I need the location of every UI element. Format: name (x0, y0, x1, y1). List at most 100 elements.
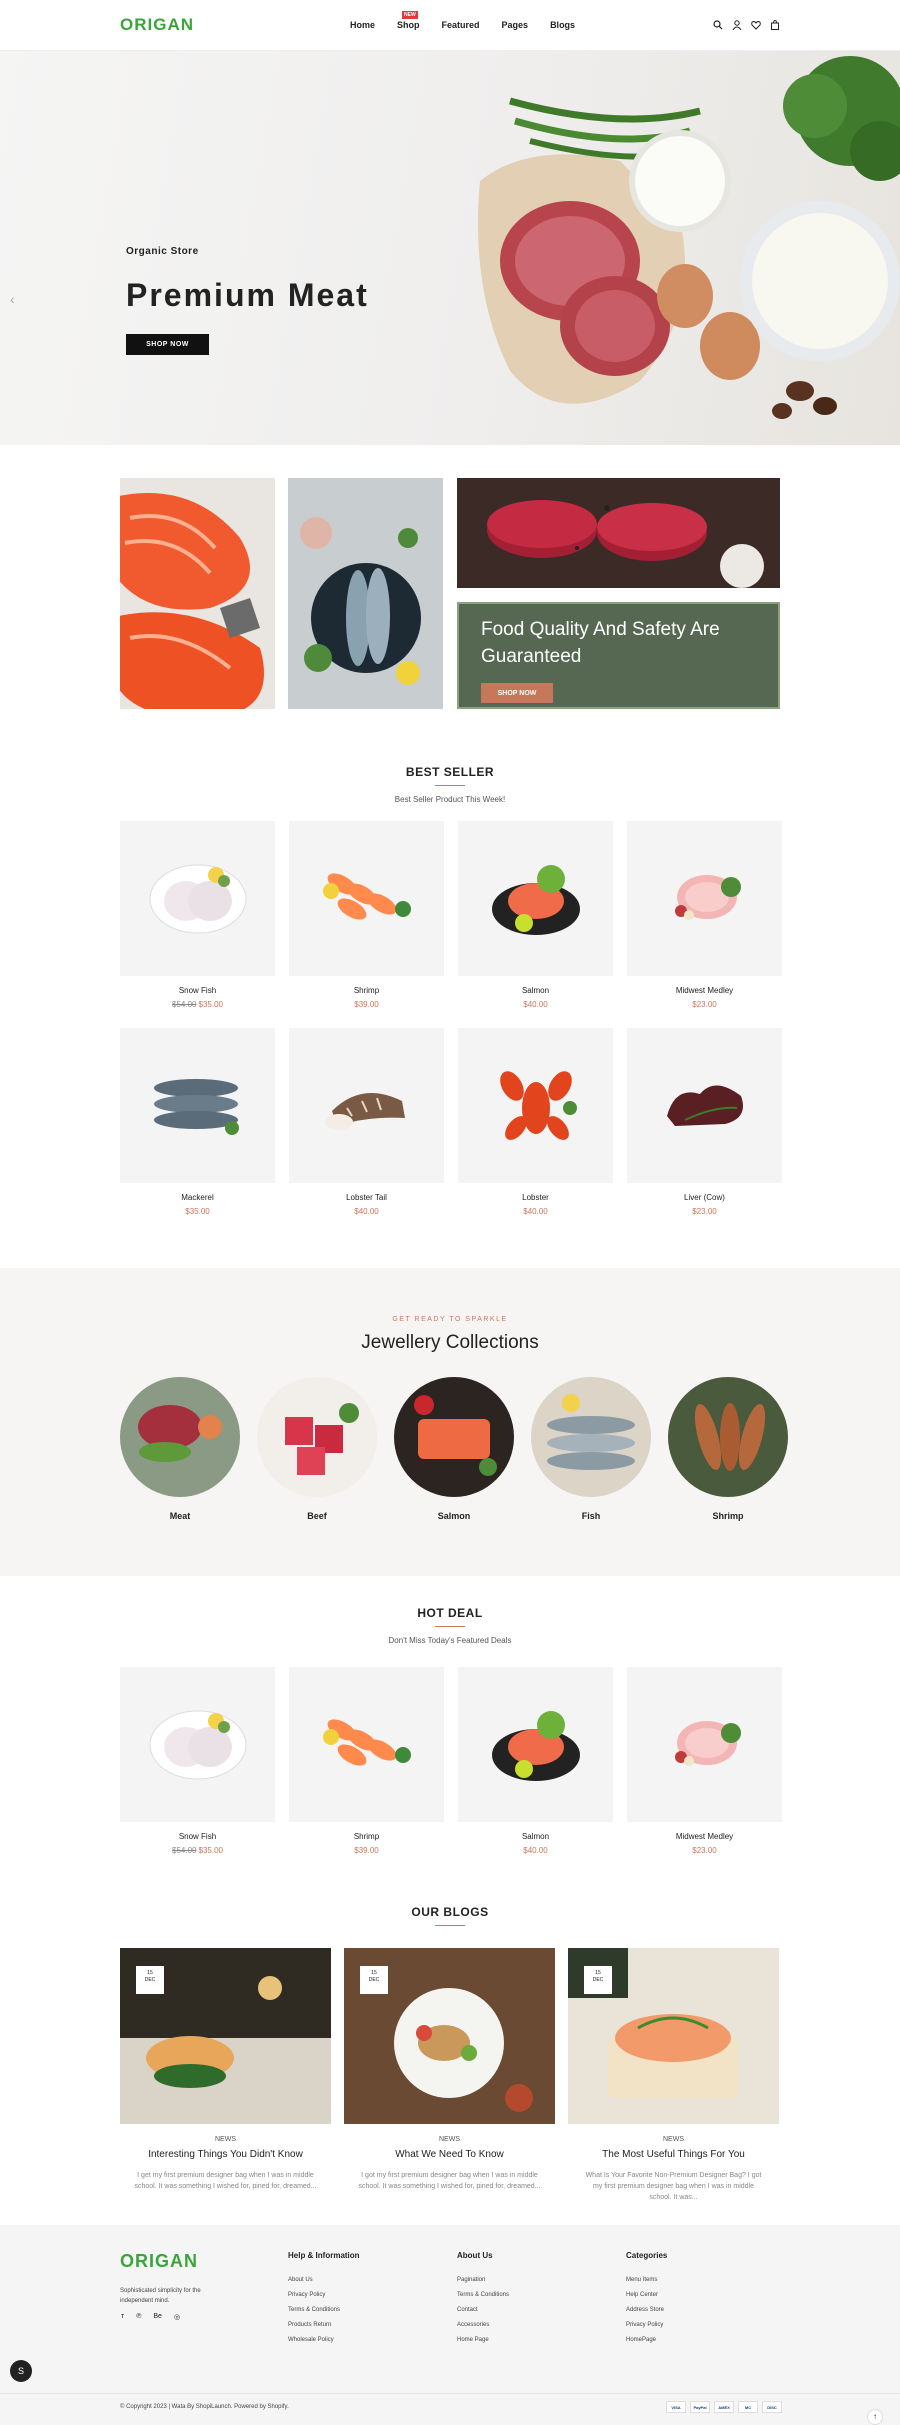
blog-category[interactable]: NEWS (344, 2136, 555, 2143)
footer-link[interactable]: Address Store (626, 2307, 667, 2313)
product-card[interactable]: Lobster Tail $40.00 (289, 1028, 444, 1216)
blog-image[interactable]: 15 DEC (120, 1948, 331, 2124)
shopify-icon[interactable]: S (10, 2360, 32, 2382)
footer-link[interactable]: About Us (288, 2277, 360, 2283)
blog-category[interactable]: NEWS (120, 2136, 331, 2143)
collection-label[interactable]: Salmon (394, 1511, 514, 1521)
footer-link[interactable]: Accessories (457, 2322, 509, 2328)
product-name[interactable]: Midwest Medley (627, 1832, 782, 1841)
product-image[interactable] (458, 1028, 613, 1183)
footer-link[interactable]: Pagination (457, 2277, 509, 2283)
collection-item[interactable]: Shrimp (668, 1377, 788, 1521)
nav-home[interactable]: Home (350, 20, 375, 30)
collection-image[interactable] (120, 1377, 240, 1497)
blog-post[interactable]: 15 DEC NEWS Interesting Things You Didn't K… (120, 1948, 331, 2203)
beef-steak-banner[interactable] (457, 478, 780, 588)
nav-pages[interactable]: Pages (502, 20, 529, 30)
collection-item[interactable]: Salmon (394, 1377, 514, 1521)
product-image[interactable] (289, 1028, 444, 1183)
collection-label[interactable]: Fish (531, 1511, 651, 1521)
footer-link[interactable]: Wholesale Policy (288, 2337, 360, 2343)
product-image[interactable] (120, 1028, 275, 1183)
product-card[interactable]: Shrimp $39.00 (289, 821, 444, 1009)
footer-link[interactable]: HomePage (626, 2337, 667, 2343)
site-logo[interactable]: ORIGAN (120, 15, 194, 35)
collection-image[interactable] (668, 1377, 788, 1497)
footer-link[interactable]: Help Center (626, 2292, 667, 2298)
product-name[interactable]: Shrimp (289, 986, 444, 995)
footer-link[interactable]: Privacy Policy (626, 2322, 667, 2328)
product-name[interactable]: Snow Fish (120, 1832, 275, 1841)
twitter-icon[interactable]: ᴛ (121, 2313, 124, 2321)
hero-shop-now-button[interactable]: SHOP NOW (126, 334, 209, 355)
fish-platter-banner[interactable] (288, 478, 443, 709)
product-card[interactable]: Midwest Medley $23.00 (627, 1667, 782, 1855)
product-image[interactable] (458, 1667, 613, 1822)
salmon-banner[interactable] (120, 478, 275, 709)
product-card[interactable]: Mackerel $35.00 (120, 1028, 275, 1216)
footer-link[interactable]: Terms & Conditions (288, 2307, 360, 2313)
collection-item[interactable]: Beef (257, 1377, 377, 1521)
collection-item[interactable]: Meat (120, 1377, 240, 1521)
nav-featured[interactable]: Featured (442, 20, 480, 30)
footer-link[interactable]: Contact (457, 2307, 509, 2313)
blog-title[interactable]: Interesting Things You Didn't Know (120, 2149, 331, 2160)
product-image[interactable] (289, 1667, 444, 1822)
collection-item[interactable]: Fish (531, 1377, 651, 1521)
product-image[interactable] (627, 1028, 782, 1183)
product-card[interactable]: Salmon $40.00 (458, 821, 613, 1009)
collection-image[interactable] (531, 1377, 651, 1497)
product-card[interactable]: Liver (Cow) $23.00 (627, 1028, 782, 1216)
collection-image[interactable] (257, 1377, 377, 1497)
blog-title[interactable]: The Most Useful Things For You (568, 2149, 779, 2160)
product-card[interactable]: Snow Fish $54.00 $35.00 (120, 1667, 275, 1855)
cart-icon[interactable] (770, 20, 780, 30)
footer-link[interactable]: Menu Items (626, 2277, 667, 2283)
behance-icon[interactable]: Be (153, 2313, 162, 2321)
blog-image[interactable]: 15 DEC (344, 1948, 555, 2124)
product-image[interactable] (627, 1667, 782, 1822)
product-name[interactable]: Lobster Tail (289, 1193, 444, 1202)
product-name[interactable]: Salmon (458, 1832, 613, 1841)
blog-category[interactable]: NEWS (568, 2136, 779, 2143)
blog-title[interactable]: What We Need To Know (344, 2149, 555, 2160)
product-card[interactable]: Lobster $40.00 (458, 1028, 613, 1216)
product-name[interactable]: Liver (Cow) (627, 1193, 782, 1202)
product-name[interactable]: Lobster (458, 1193, 613, 1202)
product-card[interactable]: Shrimp $39.00 (289, 1667, 444, 1855)
blog-image[interactable]: 15 DEC (568, 1948, 779, 2124)
footer-logo[interactable]: ORIGAN (120, 2251, 198, 2272)
product-name[interactable]: Snow Fish (120, 986, 275, 995)
product-card[interactable]: Snow Fish $54.00 $35.00 (120, 821, 275, 1009)
product-name[interactable]: Mackerel (120, 1193, 275, 1202)
nav-shop[interactable]: NEW Shop (397, 11, 420, 30)
footer-link[interactable]: Products Return (288, 2322, 360, 2328)
collection-label[interactable]: Beef (257, 1511, 377, 1521)
account-icon[interactable] (732, 20, 742, 30)
chevron-left-icon[interactable]: ‹ (10, 291, 15, 307)
collection-label[interactable]: Meat (120, 1511, 240, 1521)
wishlist-icon[interactable] (751, 20, 761, 30)
product-card[interactable]: Midwest Medley $23.00 (627, 821, 782, 1009)
collection-label[interactable]: Shrimp (668, 1511, 788, 1521)
product-name[interactable]: Midwest Medley (627, 986, 782, 995)
product-image[interactable] (627, 821, 782, 976)
product-image[interactable] (289, 821, 444, 976)
instagram-icon[interactable]: ◎ (174, 2313, 180, 2321)
nav-blogs[interactable]: Blogs (550, 20, 575, 30)
blog-post[interactable]: 15 DEC NEWS The Most Useful Things For You W… (568, 1948, 779, 2203)
footer-link[interactable]: Privacy Policy (288, 2292, 360, 2298)
product-card[interactable]: Salmon $40.00 (458, 1667, 613, 1855)
product-name[interactable]: Salmon (458, 986, 613, 995)
product-image[interactable] (120, 1667, 275, 1822)
footer-link[interactable]: Terms & Conditions (457, 2292, 509, 2298)
product-name[interactable]: Shrimp (289, 1832, 444, 1841)
promo-shop-now-button[interactable]: SHOP NOW (481, 683, 553, 703)
back-to-top-icon[interactable]: ↑ (867, 2409, 883, 2425)
product-image[interactable] (458, 821, 613, 976)
product-image[interactable] (120, 821, 275, 976)
search-icon[interactable] (713, 20, 723, 30)
blog-post[interactable]: 15 DEC NEWS What We Need To Know I got my fi… (344, 1948, 555, 2203)
pinterest-icon[interactable]: ℗ (136, 2313, 141, 2321)
collection-image[interactable] (394, 1377, 514, 1497)
